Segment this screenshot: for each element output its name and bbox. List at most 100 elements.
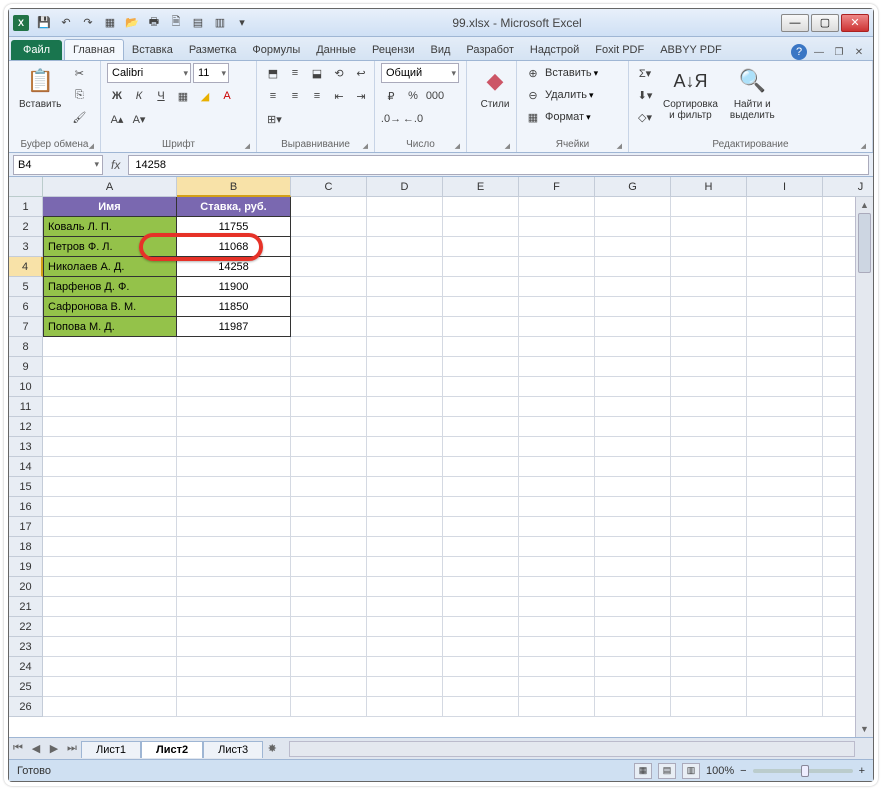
cell-F1[interactable] [519,197,595,217]
cell-A9[interactable] [43,357,177,377]
cell-F13[interactable] [519,437,595,457]
cell-A1[interactable]: Имя [43,197,177,217]
cell-D22[interactable] [367,617,443,637]
view-pagebreak[interactable]: ▥ [682,763,700,779]
row-header-6[interactable]: 6 [9,297,43,317]
row-header-20[interactable]: 20 [9,577,43,597]
cell-F23[interactable] [519,637,595,657]
sheet-nav-first[interactable]: ⏮ [9,742,27,755]
cell-C20[interactable] [291,577,367,597]
row-header-10[interactable]: 10 [9,377,43,397]
orientation[interactable]: ⟲ [329,63,349,83]
cell-H23[interactable] [671,637,747,657]
column-headers[interactable]: ABCDEFGHIJ [43,177,873,197]
cell-D2[interactable] [367,217,443,237]
row-header-21[interactable]: 21 [9,597,43,617]
cell-G26[interactable] [595,697,671,717]
close-button[interactable]: ✕ [841,14,869,32]
cell-B2[interactable]: 11755 [177,217,291,237]
row-header-16[interactable]: 16 [9,497,43,517]
tab-file[interactable]: Файл [11,40,62,60]
cell-I26[interactable] [747,697,823,717]
cell-E16[interactable] [443,497,519,517]
cell-A10[interactable] [43,377,177,397]
cell-G22[interactable] [595,617,671,637]
tab-developer[interactable]: Разработ [458,40,521,60]
cell-B4[interactable]: 14258 [177,257,291,277]
cell-E3[interactable] [443,237,519,257]
cell-F7[interactable] [519,317,595,337]
cell-D18[interactable] [367,537,443,557]
tab-foxit[interactable]: Foxit PDF [587,40,652,60]
cell-G21[interactable] [595,597,671,617]
cell-H8[interactable] [671,337,747,357]
cell-G10[interactable] [595,377,671,397]
cell-E6[interactable] [443,297,519,317]
qat-open[interactable]: 📂 [122,13,142,33]
cell-I6[interactable] [747,297,823,317]
cell-E22[interactable] [443,617,519,637]
row-header-3[interactable]: 3 [9,237,43,257]
cell-A2[interactable]: Коваль Л. П. [43,217,177,237]
cell-I21[interactable] [747,597,823,617]
maximize-button[interactable]: ▢ [811,14,839,32]
cell-H21[interactable] [671,597,747,617]
qat-undo[interactable]: ↶ [56,13,76,33]
cell-H2[interactable] [671,217,747,237]
cell-G7[interactable] [595,317,671,337]
help-icon[interactable]: ? [791,44,807,60]
cell-B1[interactable]: Ставка, руб. [177,197,291,217]
cell-F10[interactable] [519,377,595,397]
cell-A19[interactable] [43,557,177,577]
cell-I11[interactable] [747,397,823,417]
cell-H13[interactable] [671,437,747,457]
cell-C5[interactable] [291,277,367,297]
cell-B10[interactable] [177,377,291,397]
cell-E9[interactable] [443,357,519,377]
col-header-G[interactable]: G [595,177,671,197]
cell-C21[interactable] [291,597,367,617]
cell-B14[interactable] [177,457,291,477]
cell-A22[interactable] [43,617,177,637]
cell-C19[interactable] [291,557,367,577]
row-header-22[interactable]: 22 [9,617,43,637]
cell-A26[interactable] [43,697,177,717]
cell-D8[interactable] [367,337,443,357]
mdi-restore[interactable]: ❐ [831,45,847,59]
cell-C6[interactable] [291,297,367,317]
col-header-H[interactable]: H [671,177,747,197]
cell-I20[interactable] [747,577,823,597]
autosum-button[interactable]: Σ▾ [635,63,655,83]
font-color-button[interactable]: A [217,86,237,106]
cell-A15[interactable] [43,477,177,497]
cell-A7[interactable]: Попова М. Д. [43,317,177,337]
cell-F26[interactable] [519,697,595,717]
new-sheet-button[interactable]: ✸ [263,742,281,755]
cell-G14[interactable] [595,457,671,477]
cell-I23[interactable] [747,637,823,657]
row-header-19[interactable]: 19 [9,557,43,577]
cell-D24[interactable] [367,657,443,677]
cell-G4[interactable] [595,257,671,277]
qat-m1[interactable]: ▤ [188,13,208,33]
row-header-14[interactable]: 14 [9,457,43,477]
cell-E11[interactable] [443,397,519,417]
cell-E5[interactable] [443,277,519,297]
cell-C8[interactable] [291,337,367,357]
cell-C25[interactable] [291,677,367,697]
cell-G3[interactable] [595,237,671,257]
cell-C13[interactable] [291,437,367,457]
cell-G19[interactable] [595,557,671,577]
cell-B17[interactable] [177,517,291,537]
cell-E26[interactable] [443,697,519,717]
cell-B20[interactable] [177,577,291,597]
cell-E21[interactable] [443,597,519,617]
scroll-thumb[interactable] [858,213,871,273]
cell-A12[interactable] [43,417,177,437]
cell-A6[interactable]: Сафронова В. М. [43,297,177,317]
col-header-C[interactable]: C [291,177,367,197]
cell-C26[interactable] [291,697,367,717]
cell-E12[interactable] [443,417,519,437]
cell-E1[interactable] [443,197,519,217]
col-header-F[interactable]: F [519,177,595,197]
